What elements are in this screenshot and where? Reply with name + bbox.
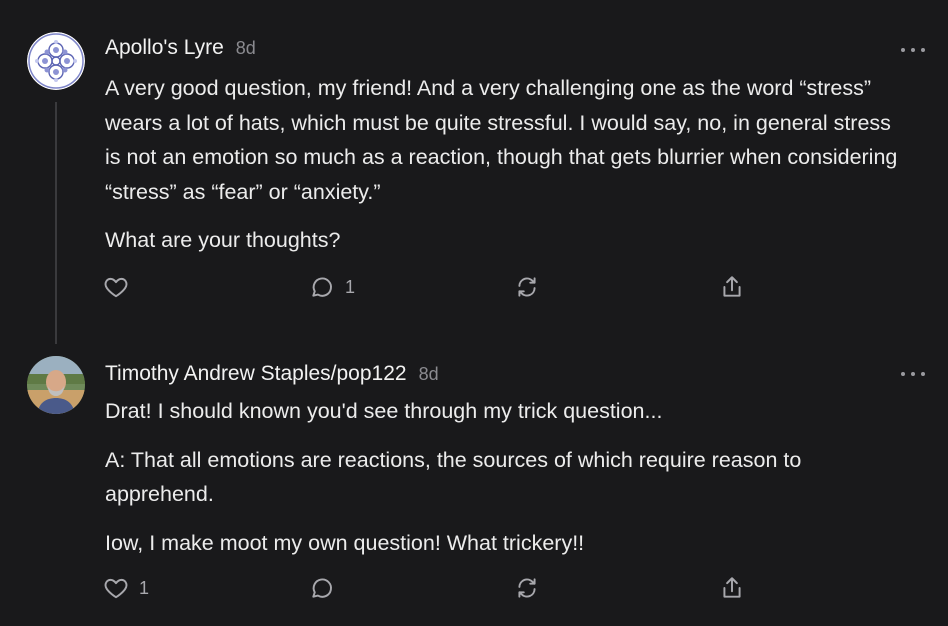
- share-icon: [723, 577, 741, 598]
- comment-body: Drat! I should known you'd see through m…: [105, 394, 905, 560]
- avatar[interactable]: [27, 32, 85, 90]
- like-button[interactable]: [103, 274, 139, 300]
- comment-paragraph: What are your thoughts?: [105, 228, 341, 252]
- more-dots-icon[interactable]: [901, 369, 925, 379]
- comment-thread: Apollo's Lyre 8d A very good question, m…: [0, 0, 948, 626]
- comment-header: Timothy Andrew Staples/pop122 8d: [105, 362, 439, 386]
- photo-avatar-image: [27, 356, 85, 414]
- share-button[interactable]: [719, 575, 745, 601]
- comment-paragraph: A: That all emotions are reactions, the …: [105, 447, 802, 507]
- share-icon: [723, 276, 741, 297]
- share-button[interactable]: [719, 274, 745, 300]
- restack-button[interactable]: [514, 274, 540, 300]
- fractal-avatar-image: [27, 32, 85, 90]
- reply-button[interactable]: [309, 575, 345, 601]
- comment-actions: 1: [103, 274, 763, 304]
- more-dots-icon[interactable]: [901, 45, 925, 55]
- author-name[interactable]: Timothy Andrew Staples/pop122: [105, 362, 407, 386]
- timestamp[interactable]: 8d: [236, 38, 256, 59]
- like-count: 1: [139, 577, 150, 598]
- reply-button[interactable]: 1: [309, 274, 355, 300]
- author-name[interactable]: Apollo's Lyre: [105, 36, 224, 60]
- restack-button[interactable]: [514, 575, 540, 601]
- comment-actions: 1: [103, 575, 763, 605]
- like-button[interactable]: 1: [103, 575, 149, 601]
- comment-paragraph: A very good question, my friend! And a v…: [105, 76, 898, 204]
- comment-paragraph: Iow, I make moot my own question! What t…: [105, 530, 585, 555]
- thread-line: [55, 102, 57, 344]
- reply-count: 1: [345, 276, 356, 297]
- comment-paragraph: Drat! I should known you'd see through m…: [105, 399, 663, 423]
- comment-bubble-icon: [312, 277, 332, 297]
- heart-icon: [104, 578, 128, 599]
- heart-icon: [104, 277, 128, 298]
- comment-body: A very good question, my friend! And a v…: [105, 71, 905, 258]
- restack-icon: [518, 578, 536, 598]
- timestamp[interactable]: 8d: [419, 364, 439, 385]
- comment-header: Apollo's Lyre 8d: [105, 36, 256, 60]
- restack-icon: [518, 277, 536, 297]
- avatar[interactable]: [27, 356, 85, 414]
- comment-bubble-icon: [312, 578, 332, 598]
